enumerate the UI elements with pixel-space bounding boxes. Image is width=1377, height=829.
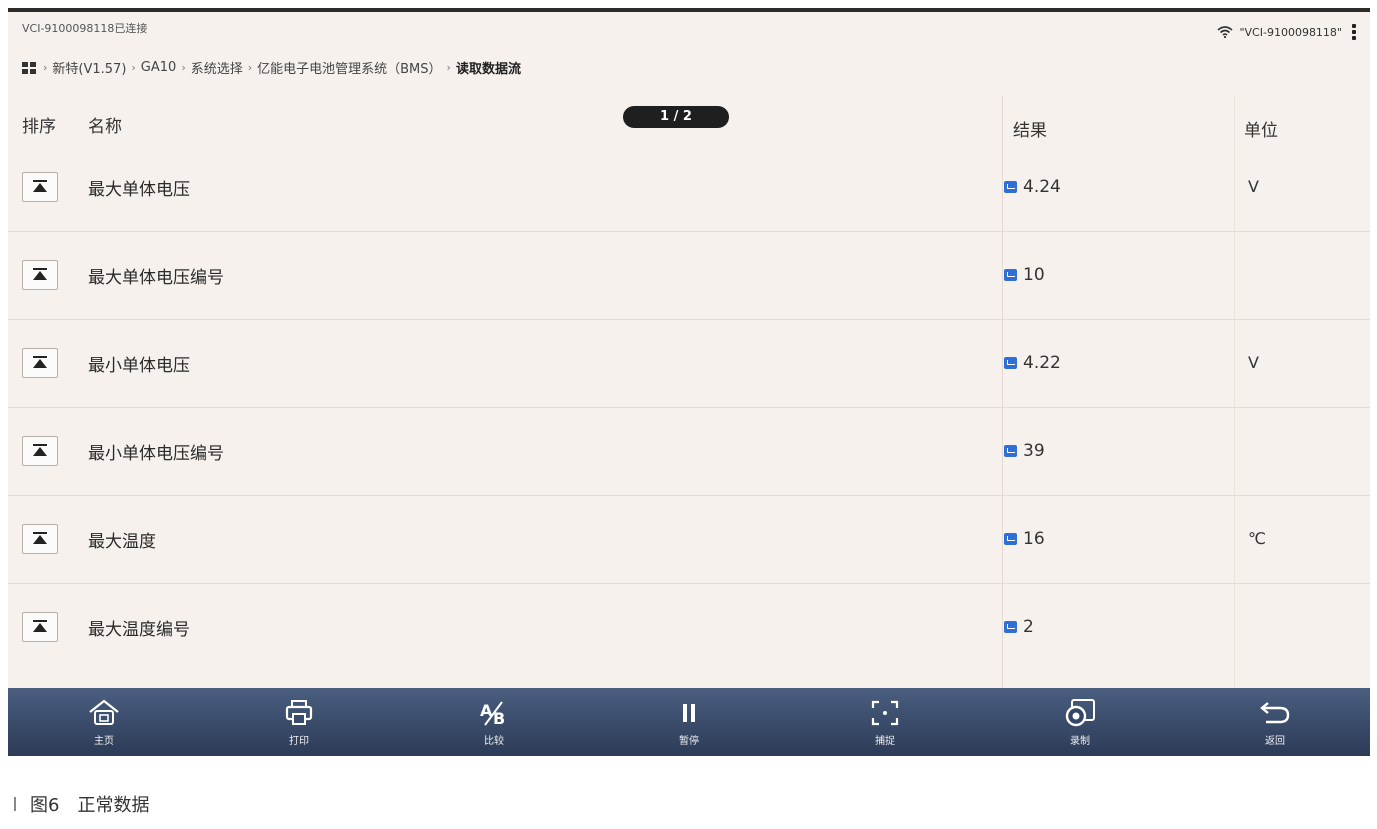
graph-icon[interactable] <box>1004 269 1017 281</box>
graph-icon[interactable] <box>1004 533 1017 545</box>
row-value: 10 <box>1023 265 1045 285</box>
home-icon <box>87 698 121 728</box>
capture-icon <box>870 698 900 728</box>
breadcrumb-item-current: 读取数据流 <box>455 62 521 77</box>
app-screen: VCI-9100098118已连接 "VCI-9100098118" › 新特(… <box>8 8 1370 756</box>
row-unit: ℃ <box>1248 529 1266 548</box>
compare-icon: A B <box>477 698 511 728</box>
graph-icon[interactable] <box>1004 621 1017 633</box>
row-name: 最大温度 <box>88 532 156 552</box>
pause-button[interactable]: 暂停 <box>629 688 749 756</box>
connection-status: VCI-9100098118已连接 <box>22 22 148 35</box>
row-result: 39 <box>1004 441 1045 461</box>
table-row: 最大温度编号 2 <box>8 584 1370 672</box>
caption-marker <box>14 797 16 811</box>
home-label: 主页 <box>94 736 114 747</box>
graph-icon[interactable] <box>1004 357 1017 369</box>
breadcrumb-separator: › <box>131 61 136 74</box>
pin-top-icon <box>33 447 47 456</box>
table-row: 最小单体电压编号 39 <box>8 408 1370 496</box>
pin-to-top-button[interactable] <box>22 172 58 202</box>
row-result: 4.22 <box>1004 353 1061 373</box>
breadcrumb-separator: › <box>181 61 186 74</box>
compare-label: 比较 <box>484 736 504 747</box>
back-button[interactable]: 返回 <box>1215 688 1335 756</box>
print-button[interactable]: 打印 <box>239 688 359 756</box>
row-value: 4.22 <box>1023 353 1061 373</box>
pin-top-icon <box>33 183 47 192</box>
graph-icon[interactable] <box>1004 181 1017 193</box>
vci-indicator: "VCI-9100098118" <box>1217 24 1356 40</box>
pin-top-icon <box>33 271 47 280</box>
breadcrumb-item-model[interactable]: GA10 <box>141 60 177 75</box>
apps-grid-icon[interactable] <box>22 61 36 74</box>
breadcrumb-separator: › <box>43 61 48 74</box>
table-row: 最大温度 16 ℃ <box>8 496 1370 584</box>
status-bar: VCI-9100098118已连接 "VCI-9100098118" <box>8 14 1370 40</box>
row-name: 最大温度编号 <box>88 620 190 640</box>
row-result: 4.24 <box>1004 177 1061 197</box>
breadcrumb-item-system-select[interactable]: 系统选择 <box>191 58 243 77</box>
figure-caption: 图6 正常数据 <box>14 791 149 817</box>
pin-top-icon <box>33 535 47 544</box>
row-value: 16 <box>1023 529 1045 549</box>
record-button[interactable]: 录制 <box>1020 688 1140 756</box>
top-edge <box>8 8 1370 12</box>
row-result: 10 <box>1004 265 1045 285</box>
row-unit: V <box>1248 353 1259 372</box>
table-row: 最大单体电压 4.24 V <box>8 144 1370 232</box>
print-label: 打印 <box>289 736 309 747</box>
back-label: 返回 <box>1265 736 1285 747</box>
table-row: 最大单体电压编号 10 <box>8 232 1370 320</box>
row-result: 2 <box>1004 617 1034 637</box>
compare-button[interactable]: A B 比较 <box>434 688 554 756</box>
capture-button[interactable]: 捕捉 <box>825 688 945 756</box>
row-name: 最大单体电压 <box>88 180 190 200</box>
row-name: 最小单体电压编号 <box>88 444 224 464</box>
row-result: 16 <box>1004 529 1045 549</box>
row-value: 2 <box>1023 617 1034 637</box>
header-result: 结果 <box>1013 121 1047 141</box>
row-value: 4.24 <box>1023 177 1061 197</box>
row-name: 最小单体电压 <box>88 356 190 376</box>
pin-to-top-button[interactable] <box>22 612 58 642</box>
more-options-icon[interactable] <box>1352 24 1356 40</box>
pin-to-top-button[interactable] <box>22 524 58 554</box>
row-value: 39 <box>1023 441 1045 461</box>
pause-icon <box>678 698 700 728</box>
breadcrumb-separator: › <box>446 61 451 74</box>
print-icon <box>284 698 314 728</box>
pin-top-icon <box>33 359 47 368</box>
vci-name: "VCI-9100098118" <box>1239 25 1342 39</box>
breadcrumb-item-bms[interactable]: 亿能电子电池管理系统（BMS） <box>257 58 441 77</box>
pin-to-top-button[interactable] <box>22 348 58 378</box>
breadcrumb-item-version[interactable]: 新特(V1.57) <box>52 58 126 77</box>
row-unit: V <box>1248 177 1259 196</box>
capture-label: 捕捉 <box>875 736 895 747</box>
breadcrumb: › 新特(V1.57) › GA10 › 系统选择 › 亿能电子电池管理系统（B… <box>22 58 521 77</box>
pin-to-top-button[interactable] <box>22 436 58 466</box>
breadcrumb-separator: › <box>247 61 253 74</box>
header-sort: 排序 <box>22 117 56 137</box>
back-icon <box>1258 698 1292 728</box>
header-unit: 单位 <box>1244 121 1278 141</box>
pin-to-top-button[interactable] <box>22 260 58 290</box>
wifi-icon <box>1217 26 1233 38</box>
caption-text: 图6 正常数据 <box>30 795 150 816</box>
pause-label: 暂停 <box>679 736 699 747</box>
graph-icon[interactable] <box>1004 445 1017 457</box>
header-name: 名称 <box>88 117 122 137</box>
home-button[interactable]: 主页 <box>44 688 164 756</box>
page-indicator: 1 / 2 <box>623 106 729 128</box>
bottom-toolbar: 主页 打印 A B 比较 暂停 捕捉 录制 返回 <box>8 688 1370 756</box>
pin-top-icon <box>33 623 47 632</box>
row-name: 最大单体电压编号 <box>88 268 224 288</box>
record-label: 录制 <box>1070 736 1090 747</box>
record-icon <box>1062 698 1098 728</box>
table-row: 最小单体电压 4.22 V <box>8 320 1370 408</box>
